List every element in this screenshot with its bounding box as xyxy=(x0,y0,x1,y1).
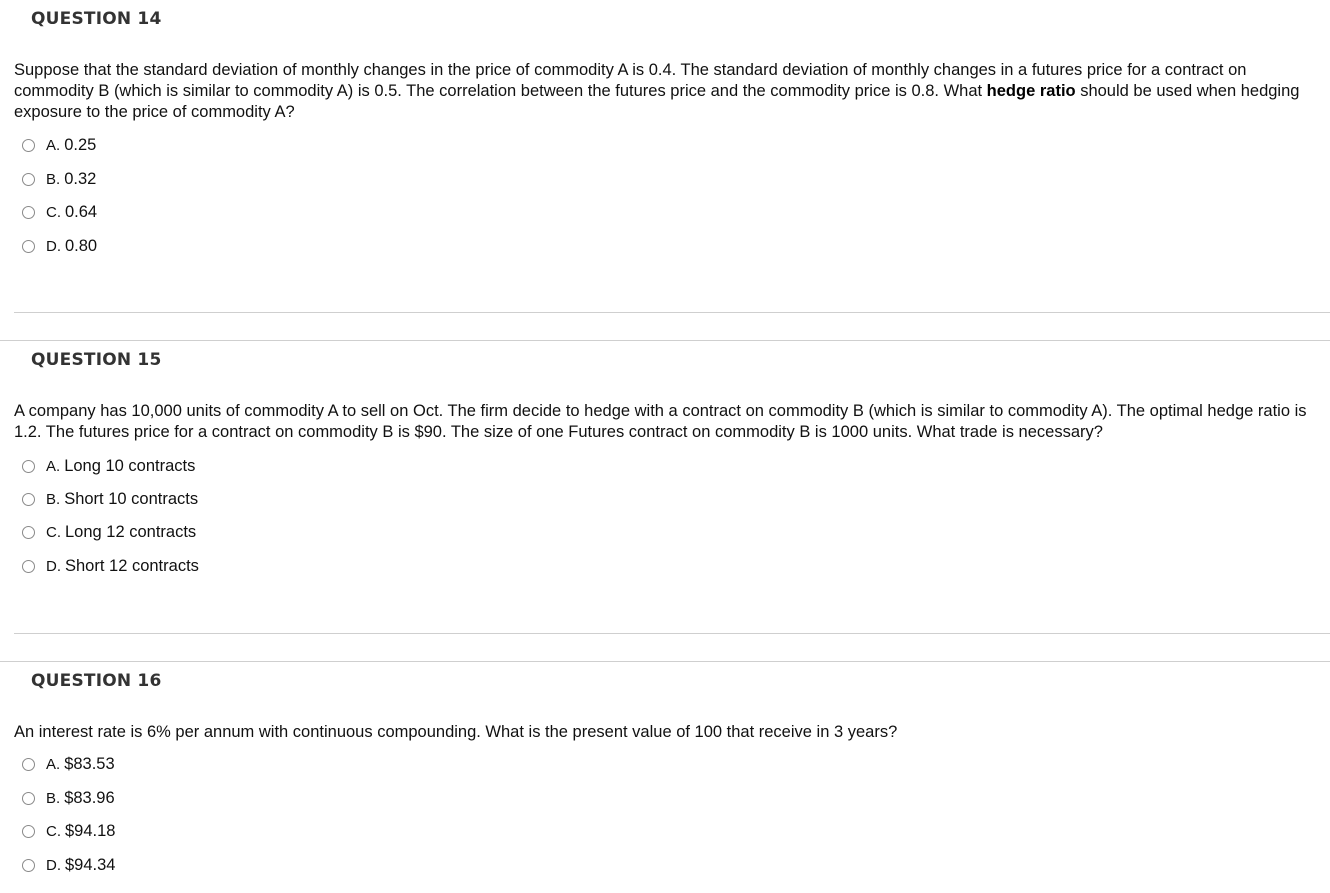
option-text: Long 10 contracts xyxy=(64,456,196,475)
radio-button[interactable] xyxy=(22,138,35,152)
option-letter: B. xyxy=(46,789,61,807)
option-text: $94.34 xyxy=(65,855,116,874)
radio-button[interactable] xyxy=(22,459,35,473)
radio-button[interactable] xyxy=(22,791,35,805)
question-text-bold: hedge ratio xyxy=(986,82,1076,100)
option-text: 0.64 xyxy=(65,202,98,221)
option-a[interactable]: A. Long 10 contracts xyxy=(22,455,195,477)
radio-button[interactable] xyxy=(22,172,35,186)
option-text: Short 10 contracts xyxy=(64,489,199,508)
option-letter: C. xyxy=(46,822,61,840)
option-a[interactable]: A. $83.53 xyxy=(22,753,115,775)
option-text: $83.96 xyxy=(64,788,115,807)
option-d[interactable]: D. 0.80 xyxy=(22,235,97,257)
option-letter: A. xyxy=(46,457,61,475)
question-title: QUESTION 14 xyxy=(31,9,162,29)
radio-button[interactable] xyxy=(22,757,35,771)
option-letter: D. xyxy=(46,856,61,874)
option-d[interactable]: D. Short 12 contracts xyxy=(22,555,199,577)
question-text-part: A company has 10,000 units of commodity … xyxy=(14,402,1307,441)
radio-button[interactable] xyxy=(22,525,35,539)
question-text: An interest rate is 6% per annum with co… xyxy=(14,722,1324,743)
option-b[interactable]: B. $83.96 xyxy=(22,787,115,809)
option-c[interactable]: C. $94.18 xyxy=(22,820,115,842)
question-text: A company has 10,000 units of commodity … xyxy=(14,401,1324,443)
option-c[interactable]: C. Long 12 contracts xyxy=(22,521,196,543)
divider xyxy=(14,312,1330,313)
question-title: QUESTION 16 xyxy=(31,671,162,691)
divider xyxy=(0,340,1330,341)
radio-button[interactable] xyxy=(22,205,35,219)
option-letter: A. xyxy=(46,136,61,154)
option-text: 0.80 xyxy=(65,236,98,255)
option-letter: B. xyxy=(46,490,61,508)
option-letter: A. xyxy=(46,755,61,773)
radio-button[interactable] xyxy=(22,858,35,872)
option-text: Long 12 contracts xyxy=(65,522,197,541)
option-text: $94.18 xyxy=(65,821,116,840)
radio-button[interactable] xyxy=(22,559,35,573)
divider xyxy=(14,633,1330,634)
option-letter: D. xyxy=(46,237,61,255)
option-letter: C. xyxy=(46,523,61,541)
option-text: $83.53 xyxy=(64,754,115,773)
option-letter: C. xyxy=(46,203,61,221)
option-letter: D. xyxy=(46,557,61,575)
divider xyxy=(0,661,1330,662)
option-text: 0.25 xyxy=(64,135,97,154)
question-title: QUESTION 15 xyxy=(31,350,162,370)
radio-button[interactable] xyxy=(22,492,35,506)
option-text: 0.32 xyxy=(64,169,97,188)
radio-button[interactable] xyxy=(22,824,35,838)
option-d[interactable]: D. $94.34 xyxy=(22,854,115,876)
option-a[interactable]: A. 0.25 xyxy=(22,134,96,156)
question-text-part: An interest rate is 6% per annum with co… xyxy=(14,723,898,741)
radio-button[interactable] xyxy=(22,239,35,253)
option-letter: B. xyxy=(46,170,61,188)
option-text: Short 12 contracts xyxy=(65,556,199,575)
question-text: Suppose that the standard deviation of m… xyxy=(14,60,1324,123)
option-c[interactable]: C. 0.64 xyxy=(22,201,97,223)
option-b[interactable]: B. 0.32 xyxy=(22,168,96,190)
option-b[interactable]: B. Short 10 contracts xyxy=(22,488,198,510)
